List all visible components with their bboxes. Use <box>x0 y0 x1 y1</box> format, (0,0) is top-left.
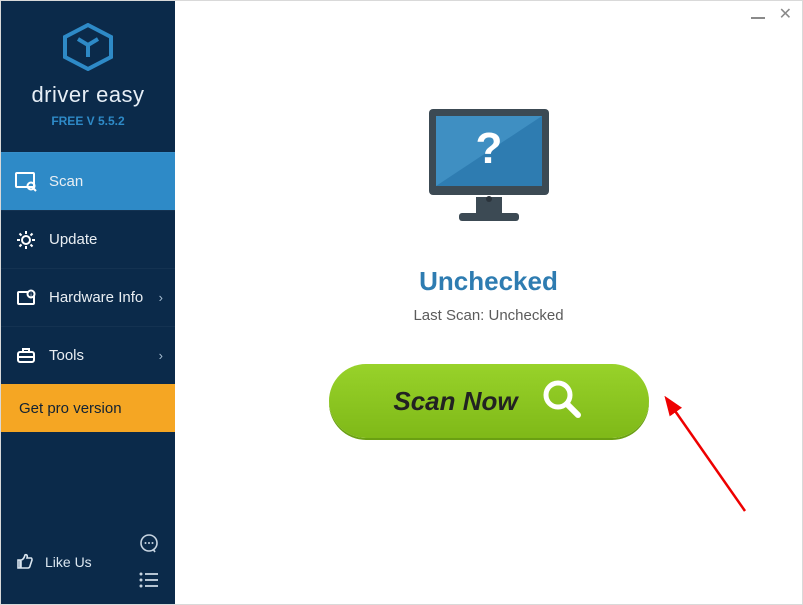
brand-name: driver easy <box>1 82 175 108</box>
brand-name-a: driver <box>31 82 89 107</box>
search-icon <box>540 377 584 426</box>
svg-text:?: ? <box>475 124 502 173</box>
main-panel: ? Unchecked Last Scan: Unchecked Scan No… <box>175 1 802 604</box>
scan-now-button[interactable]: Scan Now <box>329 364 649 438</box>
sidebar: driver easy FREE V 5.5.2 Scan <box>1 1 175 604</box>
sidebar-item-label: Hardware Info <box>49 289 143 306</box>
status-subtitle: Last Scan: Unchecked <box>413 307 563 324</box>
get-pro-label: Get pro version <box>19 400 122 417</box>
svg-text:i: i <box>30 293 31 299</box>
thumbs-up-icon[interactable] <box>15 551 35 574</box>
menu-icon[interactable] <box>137 568 161 592</box>
chevron-right-icon: › <box>159 348 163 363</box>
hardware-icon: i <box>15 288 37 308</box>
like-us-label[interactable]: Like Us <box>45 554 92 570</box>
gear-icon <box>15 230 37 250</box>
monitor-unknown-icon: ? <box>414 101 564 246</box>
minimize-button[interactable] <box>751 17 765 19</box>
nav-list: Scan Update <box>1 152 175 432</box>
brand-name-b: easy <box>96 82 144 107</box>
scan-now-label: Scan Now <box>393 386 517 417</box>
brand-logo-icon <box>1 23 175 76</box>
get-pro-button[interactable]: Get pro version <box>1 384 175 432</box>
chevron-right-icon: › <box>159 290 163 305</box>
status-title: Unchecked <box>419 266 558 297</box>
sidebar-item-scan[interactable]: Scan <box>1 152 175 210</box>
sidebar-item-label: Scan <box>49 173 83 190</box>
close-button[interactable]: ✕ <box>779 7 792 23</box>
annotation-arrow <box>645 396 765 526</box>
sidebar-item-hardware-info[interactable]: i Hardware Info › <box>1 268 175 326</box>
sidebar-item-label: Tools <box>49 347 84 364</box>
sidebar-item-tools[interactable]: Tools › <box>1 326 175 384</box>
brand-version: FREE V 5.5.2 <box>1 114 175 128</box>
scan-icon <box>15 172 37 192</box>
tools-icon <box>15 346 37 366</box>
brand-block: driver easy FREE V 5.5.2 <box>1 1 175 138</box>
feedback-icon[interactable] <box>137 532 161 556</box>
sidebar-item-label: Update <box>49 231 97 248</box>
sidebar-item-update[interactable]: Update <box>1 210 175 268</box>
